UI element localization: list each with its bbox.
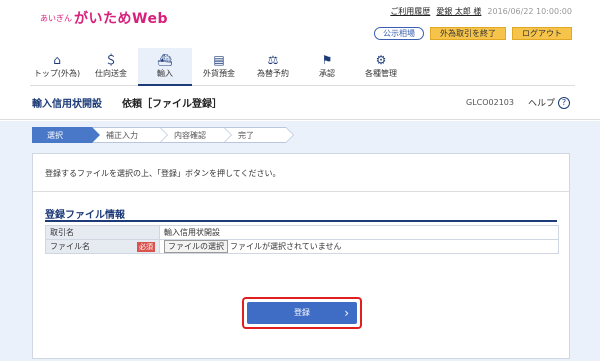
home-icon: ⌂ xyxy=(53,53,61,67)
nav-item-label: トップ(外為) xyxy=(33,69,81,78)
nav-item-forward[interactable]: ⚖ 為替予約 xyxy=(246,48,300,85)
logo[interactable]: あいぎん がいためWeb xyxy=(40,8,168,28)
file-info-table: 取引名 輸入信用状開設 ファイル名 必須 ファイルの選択 ファイルが選択されていませ… xyxy=(45,225,559,254)
remittance-icon: ＄ xyxy=(104,53,117,67)
nav-item-deposit[interactable]: ▤ 外貨預金 xyxy=(192,48,246,85)
nav-item-import[interactable]: ⛴ 輸入 xyxy=(138,48,192,86)
exchange-icon: ⚖ xyxy=(267,53,279,67)
screen-code: GLCO02103 xyxy=(466,98,514,107)
user-name-link[interactable]: 愛銀 太郎 様 xyxy=(436,6,481,17)
main-nav: ⌂ トップ(外為) ＄ 仕向送金 ⛴ 輸入 ▤ 外貨預金 ⚖ 為替予約 ⚑ 承認 ⚙ 各種管理 xyxy=(30,48,575,86)
page-title: 依頼［ファイル登録］ xyxy=(122,99,222,110)
step-complete: 完了 xyxy=(224,127,294,143)
required-badge: 必須 xyxy=(137,242,155,252)
instruction-text: 登録するファイルを選択の上、「登録」ボタンを押してください。 xyxy=(45,169,281,178)
step-select: 選択 xyxy=(32,127,100,143)
chevron-right-icon: › xyxy=(344,306,349,320)
login-datetime: 2016/06/22 10:00:00 xyxy=(487,7,572,16)
nav-item-remittance[interactable]: ＄ 仕向送金 xyxy=(84,48,138,85)
step-correction: 補正入力 xyxy=(92,127,168,143)
divider xyxy=(33,191,569,192)
nav-item-label: 為替予約 xyxy=(257,69,289,78)
nav-item-top[interactable]: ⌂ トップ(外為) xyxy=(30,48,84,85)
file-name-label: ファイル名 xyxy=(50,242,90,251)
table-row: ファイル名 必須 ファイルの選択 ファイルが選択されていません xyxy=(45,239,559,254)
management-icon: ⚙ xyxy=(375,53,387,67)
progress-steps: 選択 補正入力 内容確認 完了 xyxy=(32,127,294,143)
heading-underline xyxy=(45,220,557,222)
file-info-heading: 登録ファイル情報 xyxy=(45,210,125,221)
step-confirm: 内容確認 xyxy=(160,127,232,143)
help-link[interactable]: ヘルプ? xyxy=(528,96,570,109)
logo-small-text: あいぎん xyxy=(40,13,72,23)
logout-button[interactable]: ログアウト xyxy=(512,27,572,40)
usage-history-link[interactable]: ご利用履歴 xyxy=(390,6,430,17)
register-label: 登録 xyxy=(294,308,310,317)
help-label: ヘルプ xyxy=(527,99,555,109)
approval-icon: ⚑ xyxy=(321,53,333,67)
register-highlight: 登録 › xyxy=(242,297,362,329)
transaction-name-label: 取引名 xyxy=(45,225,160,240)
nav-item-label: 外貨預金 xyxy=(203,69,235,78)
file-status-text: ファイルが選択されていません xyxy=(230,242,342,251)
transaction-name-value: 輸入信用状開設 xyxy=(159,225,559,240)
nav-item-management[interactable]: ⚙ 各種管理 xyxy=(354,48,408,85)
nav-item-label: 各種管理 xyxy=(365,69,397,78)
end-fx-button[interactable]: 外為取引を終了 xyxy=(430,27,506,40)
choose-file-button[interactable]: ファイルの選択 xyxy=(164,240,228,253)
section-title: 輸入信用状開設 xyxy=(32,99,102,110)
register-button[interactable]: 登録 › xyxy=(247,302,357,324)
top-links: ご利用履歴 愛銀 太郎 様 2016/06/22 10:00:00 xyxy=(390,6,572,17)
nav-item-label: 輸入 xyxy=(157,69,173,78)
file-name-cell: ファイルの選択 ファイルが選択されていません xyxy=(159,239,559,254)
page-titlebar: 輸入信用状開設 依頼［ファイル登録］ GLCO02103 ヘルプ? xyxy=(0,86,600,120)
header: あいぎん がいためWeb ご利用履歴 愛銀 太郎 様 2016/06/22 10… xyxy=(0,0,600,30)
rates-button[interactable]: 公示相場 xyxy=(374,27,424,40)
main-panel: 登録するファイルを選択の上、「登録」ボタンを押してください。 登録ファイル情報 … xyxy=(32,153,570,359)
deposit-icon: ▤ xyxy=(213,53,225,67)
nav-item-label: 仕向送金 xyxy=(95,69,127,78)
question-icon: ? xyxy=(558,96,570,109)
nav-item-approval[interactable]: ⚑ 承認 xyxy=(300,48,354,85)
ship-icon: ⛴ xyxy=(157,53,173,67)
header-buttons: 公示相場 外為取引を終了 ログアウト xyxy=(374,27,572,40)
file-name-label-cell: ファイル名 必須 xyxy=(45,239,160,254)
content-area: 選択 補正入力 内容確認 完了 登録するファイルを選択の上、「登録」ボタンを押し… xyxy=(0,121,600,361)
table-row: 取引名 輸入信用状開設 xyxy=(45,225,559,240)
logo-main-text: がいためWeb xyxy=(74,11,168,27)
nav-item-label: 承認 xyxy=(319,69,335,78)
